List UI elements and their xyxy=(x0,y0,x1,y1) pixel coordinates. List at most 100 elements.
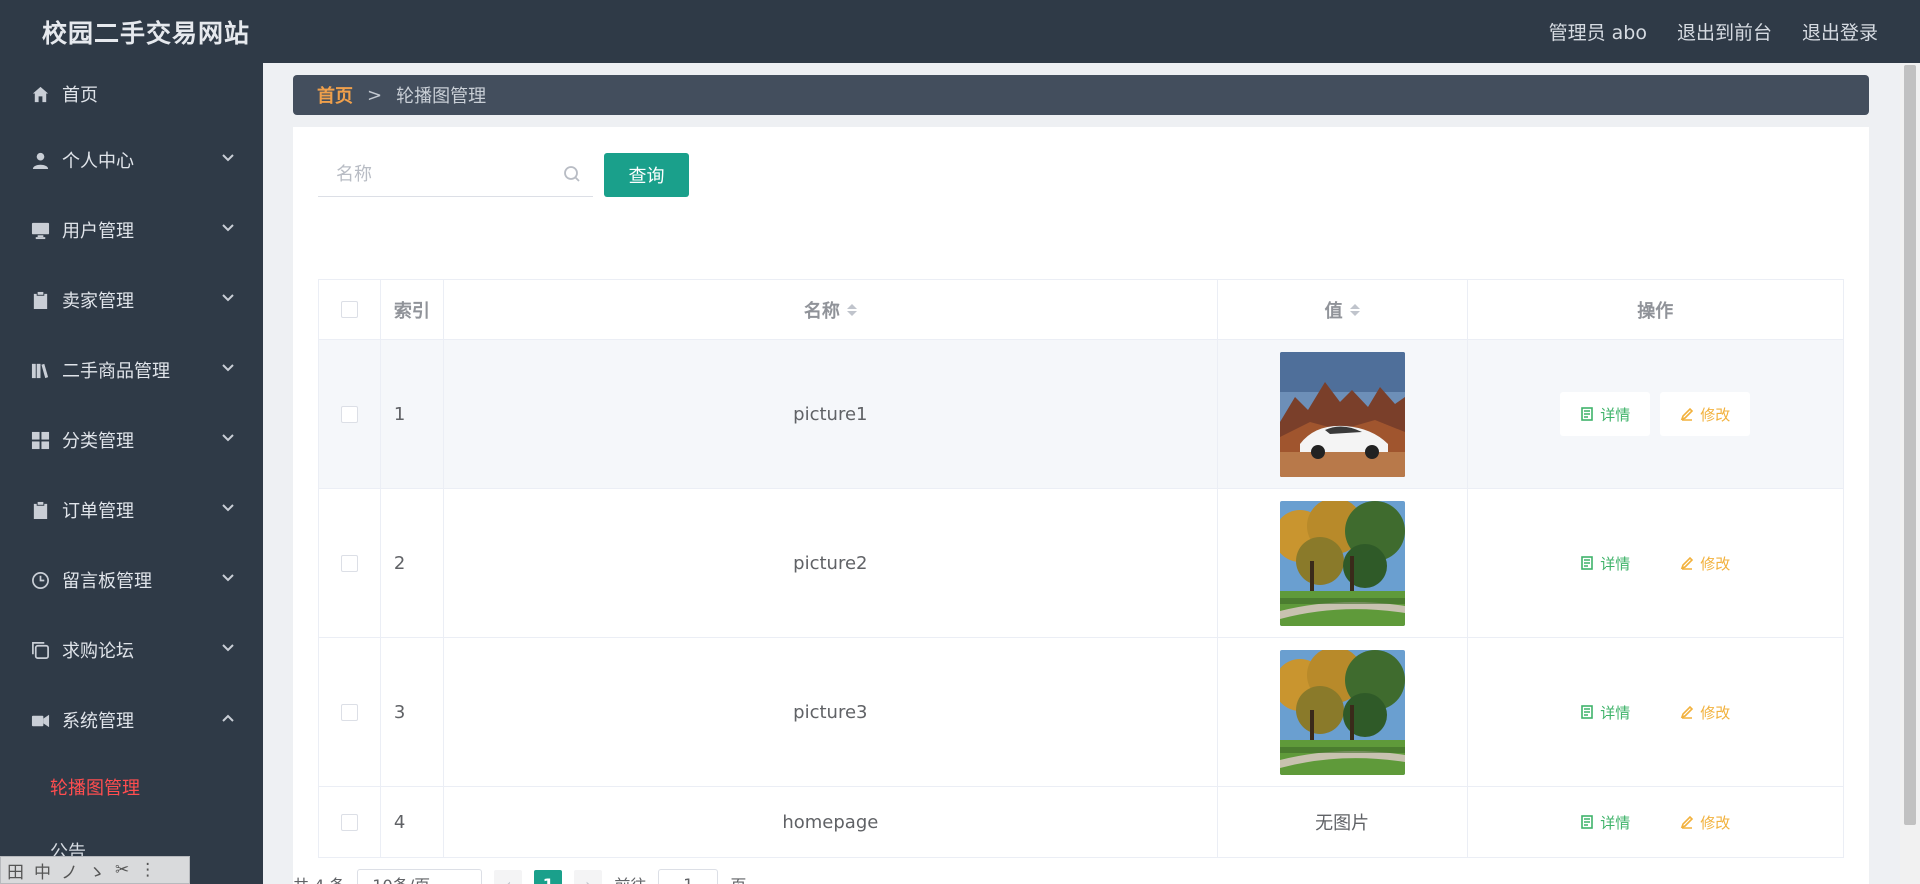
sidebar-item-home[interactable]: 首页 xyxy=(0,63,263,125)
scrollbar-thumb[interactable] xyxy=(1904,65,1916,825)
sidebar-item-label: 用户管理 xyxy=(62,221,134,242)
detail-button[interactable]: 详情 xyxy=(1560,392,1651,436)
edit-button[interactable]: 修改 xyxy=(1660,541,1750,585)
exit-to-front-link[interactable]: 退出到前台 xyxy=(1677,18,1772,45)
edit-icon xyxy=(1680,705,1694,719)
row-index: 2 xyxy=(381,489,444,637)
row-checkbox[interactable] xyxy=(340,554,358,572)
edit-button[interactable]: 修改 xyxy=(1660,800,1750,844)
row-value-text: 无图片 xyxy=(1218,787,1468,857)
sidebar-item-message-board[interactable]: 留言板管理 xyxy=(0,545,263,615)
sort-caret-icon[interactable] xyxy=(1349,303,1360,316)
vertical-scrollbar[interactable] xyxy=(1900,63,1920,884)
sidebar: 首页 个人中心 用户管理 卖家管理 二手商品管理 分类管理 订单管理 留言板管理… xyxy=(0,63,263,884)
content-card: 查询 索引 名称 值 操作 1 picture1 xyxy=(293,127,1869,884)
row-checkbox[interactable] xyxy=(340,703,358,721)
trees-thumbnail-image[interactable] xyxy=(1279,649,1405,775)
clock-icon xyxy=(30,570,50,590)
ime-item[interactable]: ノ xyxy=(61,858,78,883)
sidebar-item-goods-management[interactable]: 二手商品管理 xyxy=(0,335,263,405)
row-actions: 详情 修改 xyxy=(1468,489,1844,637)
goto-prefix: 前往 xyxy=(614,872,646,884)
pagination: 共 4 条 10条/页 ‹ 1 › 前往 1 页 xyxy=(293,869,746,884)
user-icon xyxy=(30,150,50,170)
sidebar-item-user-management[interactable]: 用户管理 xyxy=(0,195,263,265)
edit-label: 修改 xyxy=(1700,554,1731,573)
edit-icon xyxy=(1680,815,1694,829)
ime-item[interactable]: 田 xyxy=(7,858,24,883)
sidebar-item-order-management[interactable]: 订单管理 xyxy=(0,475,263,545)
table-header-row: 索引 名称 值 操作 xyxy=(319,280,1843,340)
car-thumbnail-image[interactable] xyxy=(1279,351,1405,477)
row-index: 1 xyxy=(381,340,444,488)
submenu-item-carousel[interactable]: 轮播图管理 xyxy=(0,755,263,819)
header-name[interactable]: 名称 xyxy=(444,280,1218,339)
home-icon xyxy=(30,84,50,104)
row-index: 3 xyxy=(381,638,444,786)
sidebar-item-label: 求购论坛 xyxy=(62,641,134,662)
admin-user-label: 管理员 abo xyxy=(1548,22,1647,44)
breadcrumb-current: 轮播图管理 xyxy=(396,86,487,107)
monitor-icon xyxy=(30,220,50,240)
ime-item[interactable]: ✂ xyxy=(115,860,129,880)
sidebar-item-system-management[interactable]: 系统管理 xyxy=(0,685,263,755)
sidebar-item-label: 分类管理 xyxy=(62,431,134,452)
sidebar-item-label: 二手商品管理 xyxy=(62,361,170,382)
chevron-down-icon xyxy=(221,569,235,583)
ime-item[interactable]: 中 xyxy=(34,858,51,883)
sidebar-item-category-management[interactable]: 分类管理 xyxy=(0,405,263,475)
document-icon xyxy=(1581,815,1594,829)
row-select-cell xyxy=(319,340,381,488)
carousel-table: 索引 名称 值 操作 1 picture1 详情 修改 2 picture2 详… xyxy=(318,279,1844,858)
row-checkbox[interactable] xyxy=(340,405,358,423)
sidebar-item-label: 系统管理 xyxy=(62,711,134,732)
detail-button[interactable]: 详情 xyxy=(1560,800,1650,844)
document-icon xyxy=(1581,407,1594,421)
header-actions: 管理员 abo 退出到前台 退出登录 xyxy=(1549,18,1878,45)
chevron-up-icon xyxy=(221,709,235,723)
camera-icon xyxy=(30,710,50,730)
sidebar-item-forum[interactable]: 求购论坛 xyxy=(0,615,263,685)
sidebar-item-personal-center[interactable]: 个人中心 xyxy=(0,125,263,195)
logout-link[interactable]: 退出登录 xyxy=(1802,18,1878,45)
breadcrumb-home[interactable]: 首页 xyxy=(317,82,353,108)
page-size-select[interactable]: 10条/页 xyxy=(357,869,483,884)
row-value xyxy=(1218,489,1468,637)
row-checkbox[interactable] xyxy=(340,813,358,831)
sort-caret-icon[interactable] xyxy=(846,303,857,316)
goto-page-input[interactable]: 1 xyxy=(658,869,719,884)
site-title: 校园二手交易网站 xyxy=(42,18,251,48)
ime-toolbar: 田 中 ノ ゝ ✂ ⋮ xyxy=(0,856,190,884)
copy-icon xyxy=(30,640,50,660)
edit-button[interactable]: 修改 xyxy=(1660,690,1750,734)
select-all-checkbox[interactable] xyxy=(340,301,358,318)
chevron-down-icon xyxy=(221,219,235,233)
detail-label: 详情 xyxy=(1600,703,1631,722)
document-icon xyxy=(1581,705,1594,719)
sidebar-item-seller-management[interactable]: 卖家管理 xyxy=(0,265,263,335)
header-value[interactable]: 值 xyxy=(1218,280,1468,339)
row-actions: 详情 修改 xyxy=(1468,340,1844,488)
row-select-cell xyxy=(319,489,381,637)
chevron-down-icon xyxy=(221,499,235,513)
row-name: picture2 xyxy=(444,489,1218,637)
row-name: picture3 xyxy=(444,638,1218,786)
detail-button[interactable]: 详情 xyxy=(1560,690,1650,734)
edit-button[interactable]: 修改 xyxy=(1660,392,1751,436)
sidebar-item-label: 留言板管理 xyxy=(62,571,152,592)
goto-suffix: 页 xyxy=(730,872,746,884)
ime-item[interactable]: ⋮ xyxy=(139,860,156,880)
trees-thumbnail-image[interactable] xyxy=(1279,500,1405,626)
row-name: picture1 xyxy=(444,340,1218,488)
edit-label: 修改 xyxy=(1700,813,1731,832)
detail-button[interactable]: 详情 xyxy=(1560,541,1650,585)
next-page-button[interactable]: › xyxy=(574,870,603,884)
edit-icon xyxy=(1680,556,1694,570)
detail-label: 详情 xyxy=(1600,554,1631,573)
page-number-current[interactable]: 1 xyxy=(534,870,563,884)
prev-page-button[interactable]: ‹ xyxy=(494,870,523,884)
query-button[interactable]: 查询 xyxy=(604,153,689,197)
name-search-input[interactable] xyxy=(318,164,548,185)
ime-item[interactable]: ゝ xyxy=(88,858,105,883)
table-row: 3 picture3 详情 修改 xyxy=(319,638,1843,787)
